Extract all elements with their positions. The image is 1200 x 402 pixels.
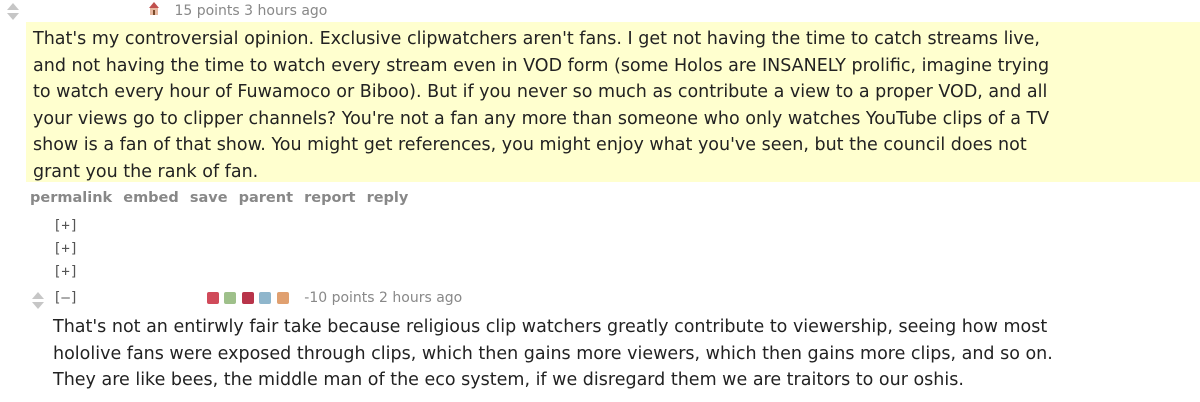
save-button[interactable]: save [190, 190, 228, 206]
parent-button[interactable]: parent [239, 190, 293, 206]
report-button[interactable]: report [304, 190, 355, 206]
comment-time: 3 hours ago [244, 3, 328, 19]
comment-time: 2 hours ago [379, 290, 463, 306]
comment-body-line: They are like bees, the middle man of th… [53, 370, 964, 390]
flair-icon [224, 292, 237, 304]
flair-icon [148, 2, 160, 20]
vote-arrows [32, 292, 46, 309]
permalink-button[interactable]: permalink [30, 190, 112, 206]
flair-icon [241, 292, 254, 304]
flair-icons [207, 290, 290, 306]
comment-body-line: to watch every hour of Fuwamoco or Biboo… [33, 82, 1048, 102]
upvote-arrow-icon[interactable] [32, 292, 44, 299]
comment-tagline: -10 points 2 hours ago [207, 290, 462, 306]
embed-button[interactable]: embed [123, 190, 179, 206]
collapse-toggle[interactable]: [–] [53, 290, 78, 306]
upvote-arrow-icon[interactable] [7, 3, 19, 10]
comment-buttons: permalink embed save parent report reply [30, 190, 414, 206]
comment-tagline: 15 points 3 hours ago [148, 2, 327, 20]
downvote-arrow-icon[interactable] [32, 302, 44, 309]
flair-icon [276, 292, 289, 304]
comment-body-line: hololive fans were exposed through clips… [53, 343, 1053, 364]
comment-body-line: That's my controversial opinion. Exclusi… [33, 29, 1040, 49]
vote-arrows [7, 3, 21, 20]
comment-body-line: show is a fan of that show. You might ge… [33, 135, 1027, 155]
comment-body-line: and not having the time to watch every s… [33, 55, 1050, 76]
flair-icon [259, 292, 272, 304]
reply-button[interactable]: reply [367, 190, 409, 206]
comment-body: That's my controversial opinion. Exclusi… [33, 26, 1049, 185]
comment-body-line: That's not an entirwly fair take because… [53, 317, 1048, 337]
flair-icon [207, 292, 219, 304]
comment-score: 15 points [174, 3, 240, 19]
expand-child-toggle[interactable]: [+] [53, 241, 78, 257]
comment-body-line: your views go to clipper channels? You'r… [33, 108, 1050, 129]
expand-child-toggle[interactable]: [+] [53, 264, 78, 280]
downvote-arrow-icon[interactable] [7, 13, 19, 20]
comment-score: -10 points [304, 290, 375, 306]
comment-body: That's not an entirwly fair take because… [53, 314, 1053, 394]
comment-body-line: grant you the rank of fan. [33, 161, 259, 182]
expand-child-toggle[interactable]: [+] [53, 218, 78, 234]
